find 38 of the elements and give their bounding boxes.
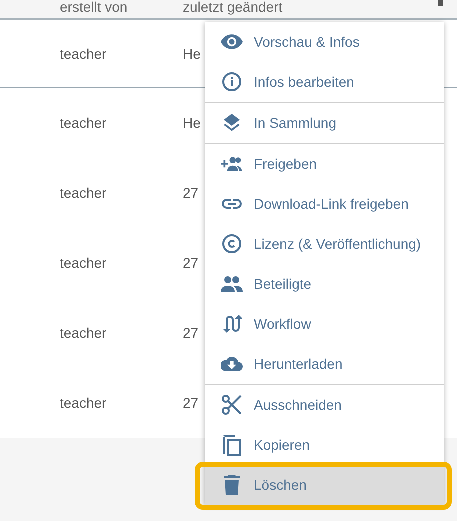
scissors-icon: [222, 395, 242, 415]
swap-arrows-icon: [222, 314, 242, 334]
layers-icon: [222, 113, 242, 133]
table-cell-text: teacher: [60, 395, 108, 411]
table-cell-text: teacher: [60, 115, 108, 131]
menu-item[interactable]: Ausschneiden: [205, 385, 444, 425]
menu-item[interactable]: Workflow: [205, 304, 444, 344]
column-header[interactable]: erstellt von: [60, 0, 183, 14]
table-cell-text: teacher: [60, 325, 108, 341]
menu-item[interactable]: Herunterladen: [205, 344, 444, 384]
table-cell-text: teacher: [60, 255, 108, 271]
menu-item[interactable]: Vorschau & Infos: [205, 22, 444, 62]
link-icon: [221, 198, 243, 210]
table-cell: 27: [183, 185, 199, 201]
table-cell: 27: [183, 395, 199, 411]
trash-icon: [224, 475, 240, 495]
cloud-download-icon: [221, 356, 243, 372]
eye-icon: [221, 34, 243, 50]
menu-item[interactable]: Infos bearbeiten: [205, 62, 444, 102]
menu-item[interactable]: Beteiligte: [205, 264, 444, 304]
table-cell: 27: [183, 325, 199, 341]
menu-item[interactable]: Kopieren: [205, 425, 444, 465]
table-cell: 27: [183, 255, 199, 271]
table-cell: He: [183, 115, 201, 131]
table-cell: He: [183, 46, 201, 62]
table-cell-text: teacher: [60, 46, 108, 62]
copyright-icon: [222, 234, 242, 254]
people-icon: [221, 276, 243, 292]
menu-item[interactable]: Freigeben: [205, 144, 444, 184]
menu-item[interactable]: Lizenz (& Veröffentlichung): [205, 224, 444, 264]
copy-icon: [222, 434, 242, 456]
person-add-icon: [221, 156, 243, 172]
menu-item[interactable]: Löschen: [205, 465, 444, 505]
table-cell-text: teacher: [60, 185, 108, 201]
column-header[interactable]: zuletzt geändert: [183, 0, 283, 14]
info-icon: [222, 72, 242, 92]
menu-item[interactable]: Download-Link freigeben: [205, 184, 444, 224]
menu-item[interactable]: In Sammlung: [205, 103, 444, 143]
